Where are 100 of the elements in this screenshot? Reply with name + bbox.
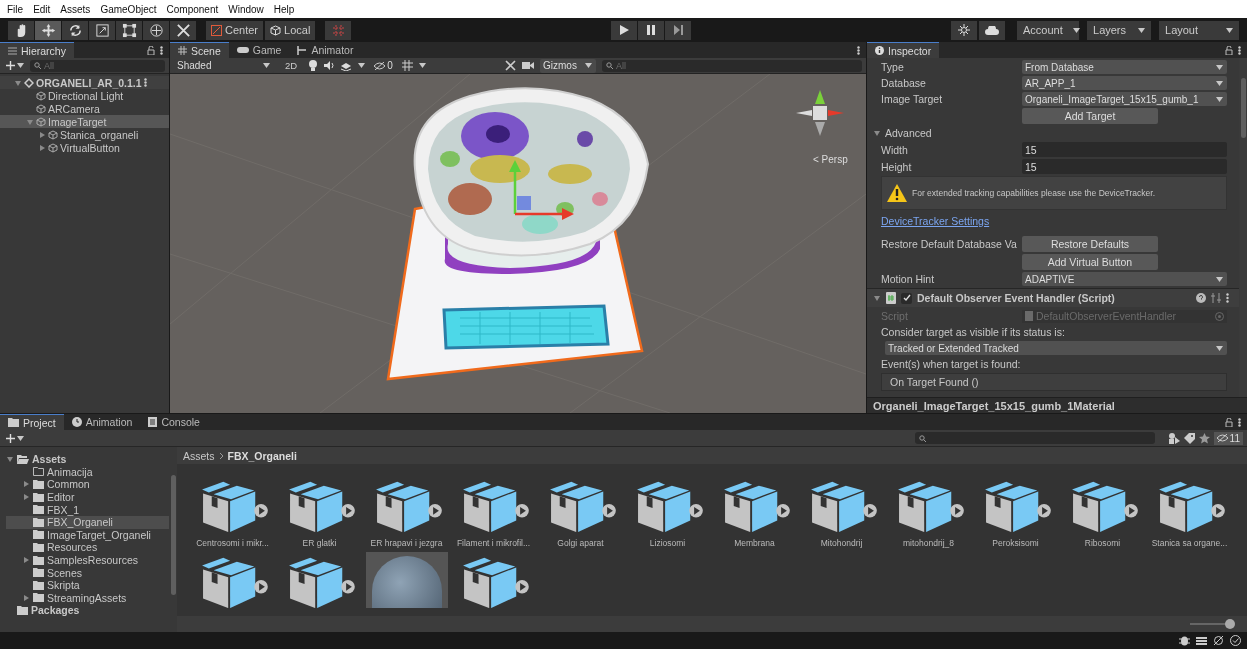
menu-item[interactable]: File [6,3,25,15]
hierarchy-tab[interactable]: Hierarchy [0,42,74,58]
settings-link[interactable]: DeviceTracker Settings [881,215,990,227]
folder-item[interactable]: Skripta [6,578,169,592]
more-icon[interactable] [160,45,163,55]
more-icon[interactable] [857,45,860,55]
expanded-arrow-icon[interactable] [14,78,22,87]
folder-item[interactable]: FBX_Organeli [6,515,169,529]
asset-name[interactable]: Stanica sa organe... [1151,538,1228,548]
collapsed-arrow-icon[interactable] [22,480,30,489]
type-filter-icon[interactable] [1168,432,1180,444]
collapsed-arrow-icon[interactable] [22,556,30,565]
hidden-packages-toggle[interactable]: 11 [1213,431,1243,445]
dropdown[interactable]: Organeli_ImageTarget_15x15_gumb_1 [1022,92,1227,106]
lock-icon[interactable] [1225,45,1233,55]
expanded-arrow-icon[interactable] [873,294,881,302]
more-icon[interactable] [1226,293,1229,303]
expanded-arrow-icon[interactable] [6,455,14,464]
collapsed-arrow-icon[interactable] [22,593,30,602]
hand-tool-button[interactable] [8,20,34,40]
asset-name[interactable]: Liziosomi [649,538,686,548]
audio-icon[interactable] [324,61,336,70]
asset-name[interactable]: Filament i mikrofil... [456,538,531,548]
component-header[interactable]: Default Observer Event Handler (Script) [867,288,1239,307]
asset-name[interactable]: Mitohondrij [820,538,863,548]
dropdown[interactable]: Tracked or Extended Tracked [885,341,1227,355]
collapsed-arrow-icon[interactable] [38,143,46,152]
more-icon[interactable] [143,78,147,87]
crossed-tools-button[interactable] [170,20,196,40]
cloud-button[interactable] [979,20,1005,40]
star-icon[interactable] [1198,432,1210,444]
stack-icon[interactable] [1196,635,1207,646]
projection-label[interactable]: < Persp [813,154,848,165]
services-button[interactable] [951,20,977,40]
collapsed-arrow-icon[interactable] [38,130,46,139]
hierarchy-item[interactable]: ARCamera [0,102,169,115]
lock-icon[interactable] [1225,417,1233,427]
asset-name[interactable]: Ribosomi [1084,538,1121,548]
inspector-button[interactable]: Add Virtual Button [1022,254,1158,270]
dropdown[interactable]: AR_APP_1 [1022,76,1227,90]
view-tab[interactable]: Scene [170,42,229,58]
menu-item[interactable]: Help [272,3,296,15]
search-field[interactable] [914,432,1155,444]
hierarchy-item[interactable]: VirtualButton [0,141,169,154]
hierarchy-item[interactable]: Stanica_organeli [0,128,169,141]
cell-on-target-drawing[interactable] [386,87,649,381]
hidden-objects-toggle[interactable]: 0 [371,59,396,72]
menu-item[interactable]: Window [227,3,265,15]
layers-dropdown[interactable]: Layers [1087,20,1151,40]
play-button[interactable] [611,20,638,40]
gizmos-dropdown[interactable]: Gizmos [540,58,596,73]
foldout-label[interactable]: Advanced [885,127,932,139]
rotate-tool-button[interactable] [62,20,88,40]
number-field[interactable]: 15 [1022,142,1227,157]
bug-icon[interactable] [1179,635,1190,646]
collapsed-arrow-icon[interactable] [22,493,30,502]
asset-name[interactable]: Peroksisomi [992,538,1039,548]
folder-item[interactable]: ImageTarget_Organeli [6,528,169,542]
hierarchy-item[interactable]: ORGANELI_AR_0.1.1 [0,76,169,89]
hierarchy-item[interactable]: ImageTarget [0,115,169,128]
more-icon[interactable] [1238,45,1241,55]
expanded-arrow-icon[interactable] [873,129,881,137]
folder-item[interactable]: StreamingAssets [6,591,169,605]
folder-item[interactable]: FBX_1 [6,503,169,516]
help-icon[interactable] [1196,293,1206,303]
pause-button[interactable] [638,20,665,40]
layout-dropdown[interactable]: Layout [1159,20,1239,40]
crossed-tools-icon[interactable] [505,60,516,71]
move-tool-button[interactable] [35,20,61,40]
account-dropdown[interactable]: Account [1017,20,1079,40]
tag-icon[interactable] [1183,432,1195,444]
folder-item[interactable]: Animacija [6,465,169,479]
inspector-button[interactable]: Add Target [1022,108,1158,124]
asset-name[interactable]: Centrosomi i mikr... [196,538,269,548]
add-button[interactable] [4,61,26,70]
pivot-button[interactable]: Center [206,20,264,40]
check-circle-icon[interactable] [1230,635,1241,646]
space-button[interactable]: Local [265,20,316,40]
asset-name[interactable]: Golgi aparat [557,538,604,548]
orientation-gizmo-icon[interactable] [796,90,844,136]
breadcrumb-item[interactable]: Assets [183,449,215,462]
inspector-button[interactable]: Restore Defaults [1022,236,1158,252]
light-icon[interactable] [308,60,319,71]
create-button[interactable] [4,433,26,443]
bottom-tab[interactable]: Console [140,414,208,430]
effects-icon[interactable] [341,60,353,71]
presets-icon[interactable] [1211,293,1221,303]
view-tab[interactable]: Game [228,42,290,58]
inspector-tab[interactable]: Inspector [867,42,940,58]
menu-item[interactable]: Assets [59,3,92,15]
asset-name[interactable]: Membrana [734,538,775,548]
transform-tool-button[interactable] [143,20,169,40]
folder-item[interactable]: Resources [6,541,169,554]
grid-toggle-icon[interactable] [401,60,413,71]
camera-icon[interactable] [522,61,534,70]
more-icon[interactable] [1238,417,1241,427]
asset-name[interactable]: ER glatki [302,538,337,548]
hierarchy-item[interactable]: Directional Light [0,89,169,102]
folder-item[interactable]: SamplesResources [6,553,169,567]
breadcrumb-item[interactable]: FBX_Organeli [227,449,297,462]
